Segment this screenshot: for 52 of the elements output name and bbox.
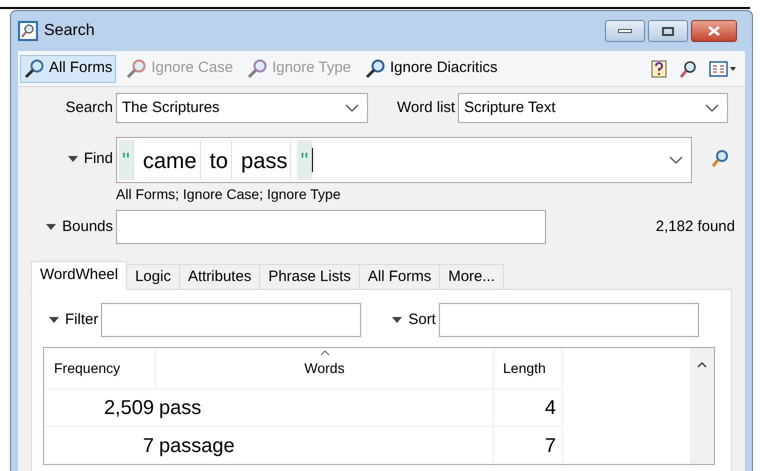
triangle-icon[interactable] xyxy=(68,156,78,162)
word-list-dropdown[interactable]: Scripture Text xyxy=(458,93,728,123)
find-field[interactable]: " came to pass " xyxy=(116,137,692,183)
magnifier-icon xyxy=(126,58,148,78)
triangle-icon[interactable] xyxy=(392,317,402,323)
table-cell-text: 2,509 xyxy=(102,396,155,421)
toolbar-toggle[interactable]: Ignore Diacritics xyxy=(361,54,502,82)
magnifier-icon xyxy=(365,58,388,78)
column-header[interactable]: Words xyxy=(156,348,494,388)
table-cell-text: 7 xyxy=(142,434,155,459)
word-list-label: Word list xyxy=(397,98,456,118)
filter-field[interactable] xyxy=(101,303,362,337)
bounds-label: Bounds xyxy=(62,216,113,237)
table-cell: passage xyxy=(156,427,494,464)
help-icon[interactable] xyxy=(651,60,667,78)
maximize-button[interactable] xyxy=(648,20,688,42)
close-button[interactable] xyxy=(691,20,737,42)
layout-menu-icon[interactable] xyxy=(709,60,737,76)
triangle-icon[interactable] xyxy=(46,224,56,230)
sort-ascending-icon xyxy=(320,350,330,356)
filter-label: Filter xyxy=(65,310,98,330)
toolbar-toggle[interactable]: All Forms xyxy=(20,54,116,82)
search-window-icon xyxy=(18,21,38,41)
tab[interactable]: WordWheel xyxy=(31,261,128,290)
sort-label: Sort xyxy=(408,310,436,330)
result-count: 2,182 found xyxy=(656,216,735,237)
bounds-field[interactable] xyxy=(116,210,546,244)
search-options-text: All Forms; Ignore Case; Ignore Type xyxy=(116,185,342,204)
zoom-icon[interactable] xyxy=(679,60,697,78)
close-icon xyxy=(708,26,720,36)
scroll-up-icon[interactable] xyxy=(697,362,707,368)
table-cell: 7 xyxy=(494,427,563,464)
sort-field[interactable] xyxy=(438,303,699,337)
search-user-icon[interactable] xyxy=(710,149,730,169)
find-label: Find xyxy=(84,148,113,169)
chevron-down-icon xyxy=(669,156,683,164)
column-header[interactable]: Frequency xyxy=(44,348,156,388)
window-title: Search xyxy=(44,21,95,41)
magnifier-icon xyxy=(24,58,46,78)
table-cell: 4 xyxy=(494,389,563,426)
query-token[interactable]: to xyxy=(206,140,232,180)
search-label: Search xyxy=(64,98,114,118)
triangle-icon[interactable] xyxy=(49,317,59,323)
chevron-down-icon xyxy=(705,104,720,112)
tab[interactable]: More... xyxy=(439,264,504,290)
minimize-button[interactable] xyxy=(605,20,645,42)
scrollbar[interactable] xyxy=(690,348,714,464)
table-cell: pass xyxy=(156,389,494,426)
search-dropdown[interactable]: The Scriptures xyxy=(116,93,368,123)
column-header[interactable]: Length xyxy=(494,348,563,388)
magnifier-icon xyxy=(247,58,270,78)
chevron-down-icon xyxy=(345,104,359,112)
